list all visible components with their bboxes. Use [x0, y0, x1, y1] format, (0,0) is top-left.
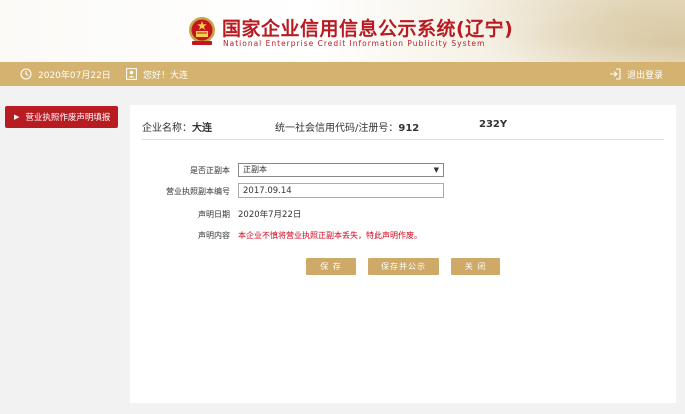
- caret-down-icon: ▼: [433, 166, 439, 174]
- declare-content-value: 本企业不慎将营业执照正副本丢失，特此声明作废。: [238, 231, 422, 240]
- credit-code-label: 统一社会信用代码/注册号：: [275, 123, 399, 134]
- declare-date-value: 2020年7月22日: [238, 210, 302, 220]
- declare-content-label: 声明内容: [198, 231, 230, 240]
- save-button[interactable]: 保 存: [306, 258, 356, 275]
- site-subtitle: National Enterprise Credit Information P…: [223, 39, 486, 48]
- is-original-label: 是否正副本: [190, 166, 230, 175]
- is-original-select[interactable]: 正副本 ▼: [238, 163, 444, 177]
- date-text: 2020年07月22日: [38, 70, 111, 81]
- site-header: 国家企业信用信息公示系统(辽宁) National Enterprise Cre…: [0, 0, 685, 62]
- site-title: 国家企业信用信息公示系统(辽宁): [222, 18, 514, 40]
- divider: [142, 139, 664, 140]
- company-name-label: 企业名称：: [142, 123, 192, 134]
- is-original-value: 正副本: [243, 165, 267, 174]
- national-emblem-icon: [189, 17, 215, 45]
- triangle-right-icon: ▶: [14, 113, 20, 121]
- declare-date-label: 声明日期: [198, 210, 230, 219]
- greeting-text: 您好！大连: [143, 70, 189, 81]
- clock-icon: [20, 68, 32, 80]
- logout-label: 退出登录: [626, 70, 663, 81]
- user-greeting: 您好！大连: [126, 62, 188, 86]
- credit-code-suffix: 232Y: [479, 119, 508, 130]
- info-bar: 2020年07月22日 您好！大连 退出登录: [0, 62, 685, 86]
- main-panel: 企业名称：大连 统一社会信用代码/注册号：912 232Y 是否正副本 正副本 …: [130, 105, 676, 403]
- current-date: 2020年07月22日: [20, 62, 111, 86]
- logout-icon: [609, 68, 621, 80]
- company-name-field: 企业名称：大连: [142, 119, 212, 134]
- save-and-publish-button[interactable]: 保存并公示: [368, 258, 439, 275]
- user-card-icon: [126, 68, 137, 80]
- close-button[interactable]: 关 闭: [451, 258, 500, 275]
- copy-number-input[interactable]: [238, 183, 444, 198]
- sidebar-item-license-void-declaration[interactable]: ▶ 营业执照作废声明填报: [5, 106, 118, 128]
- company-name: 大连: [192, 123, 212, 134]
- copy-number-label: 营业执照副本编号: [166, 187, 230, 196]
- credit-code-prefix: 912: [398, 123, 420, 134]
- credit-code-field: 统一社会信用代码/注册号：912: [275, 119, 419, 134]
- sidebar-item-label: 营业执照作废声明填报: [25, 113, 111, 123]
- logout-link[interactable]: 退出登录: [609, 62, 663, 86]
